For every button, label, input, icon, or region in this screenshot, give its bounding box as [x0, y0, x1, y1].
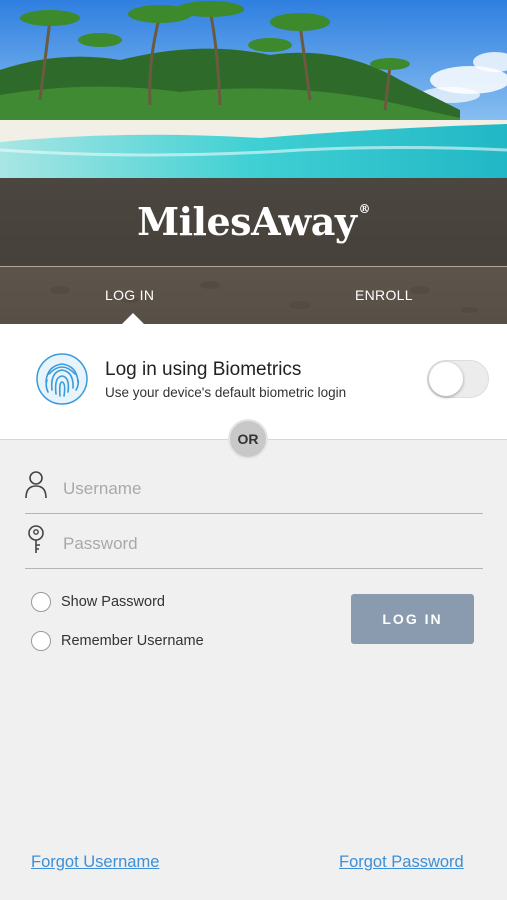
remember-username-option[interactable]: Remember Username: [31, 630, 204, 652]
toggle-knob: [429, 362, 463, 396]
or-separator: OR: [228, 419, 268, 459]
biometrics-toggle[interactable]: [427, 360, 489, 398]
auth-tabs: LOG IN ENROLL: [0, 267, 507, 324]
remember-username-label: Remember Username: [61, 633, 204, 649]
biometrics-title: Log in using Biometrics: [105, 359, 302, 380]
forgot-password-link[interactable]: Forgot Password: [339, 853, 464, 872]
show-password-label: Show Password: [61, 594, 165, 610]
key-icon: [28, 525, 44, 553]
fingerprint-icon: [36, 353, 88, 405]
biometrics-subtitle: Use your device's default biometric logi…: [105, 385, 347, 400]
show-password-checkbox[interactable]: [31, 592, 51, 612]
tab-enroll[interactable]: ENROLL: [355, 287, 413, 303]
milesaway-logo: MilesAway ®: [137, 199, 370, 244]
active-tab-pointer: [122, 313, 144, 324]
show-password-option[interactable]: Show Password: [31, 591, 165, 613]
tab-log-in[interactable]: LOG IN: [105, 287, 154, 303]
username-input[interactable]: [63, 474, 463, 504]
forgot-username-link[interactable]: Forgot Username: [31, 853, 159, 872]
log-in-button[interactable]: LOG IN: [351, 594, 474, 644]
user-icon: [25, 471, 47, 499]
password-field: [25, 513, 483, 569]
remember-username-checkbox[interactable]: [31, 631, 51, 651]
username-field: [25, 458, 483, 514]
hero-banner: MilesAway ® LOG IN ENROLL: [0, 0, 507, 324]
password-input[interactable]: [63, 529, 463, 559]
